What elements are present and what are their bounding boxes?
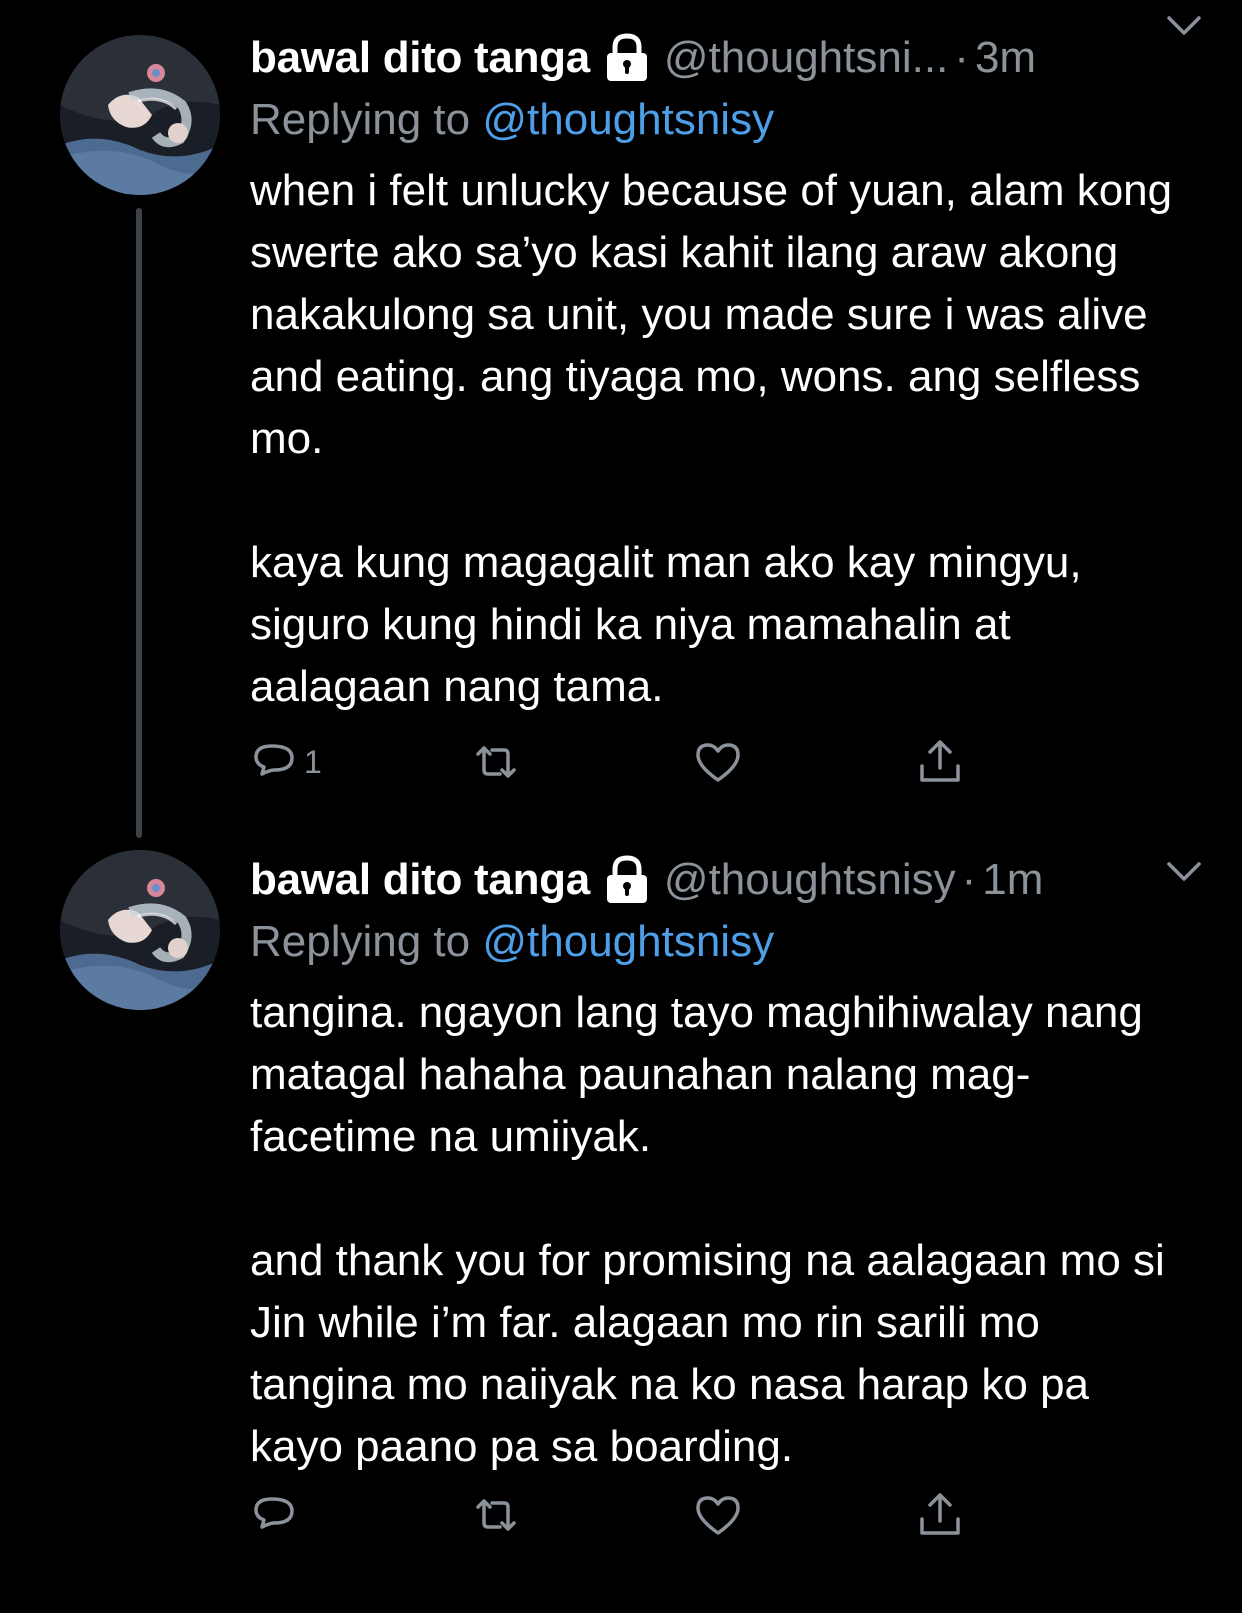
- tweet-paragraph: and thank you for promising na aalagaan …: [250, 1236, 1165, 1471]
- share-icon: [920, 1493, 960, 1535]
- replying-prefix: Replying to: [250, 917, 483, 966]
- separator-dot: ·: [961, 855, 977, 904]
- mention-link[interactable]: @thoughtsnisy: [482, 95, 774, 144]
- display-name[interactable]: bawal dito tanga: [250, 28, 590, 88]
- display-name[interactable]: bawal dito tanga: [250, 850, 590, 910]
- handle[interactable]: @thoughtsnisy: [664, 850, 956, 910]
- tweet-content: bawal dito tanga @thoughtsnisy · 1m Repl…: [250, 850, 1190, 1478]
- chevron-down-icon[interactable]: [1166, 14, 1202, 38]
- tweet-actions: 1: [250, 732, 990, 792]
- heart-icon: [696, 743, 740, 782]
- heart-icon: [696, 1496, 740, 1535]
- mention-link[interactable]: @thoughtsnisy: [482, 917, 774, 966]
- tweet-paragraph: when i felt unlucky because of yuan, ala…: [250, 166, 1173, 463]
- tweet-text: when i felt unlucky because of yuan, ala…: [250, 160, 1190, 718]
- share-button[interactable]: [916, 1485, 976, 1545]
- tweet-header: bawal dito tanga @thoughtsni... · 3m: [250, 28, 1190, 88]
- timestamp[interactable]: 3m: [975, 28, 1036, 88]
- tweet-text: tangina. ngayon lang tayo maghihiwalay n…: [250, 982, 1190, 1478]
- share-icon: [920, 740, 960, 782]
- reply-icon: [254, 744, 294, 776]
- reply-icon: [254, 1497, 294, 1529]
- tweet[interactable]: bawal dito tanga @thoughtsnisy · 1m Repl…: [0, 850, 1242, 1613]
- like-button[interactable]: [694, 732, 916, 792]
- tweet-content: bawal dito tanga @thoughtsni... · 3m Rep…: [250, 28, 1190, 718]
- separator-dot: ·: [954, 33, 969, 82]
- timestamp[interactable]: 1m: [982, 850, 1043, 910]
- reply-button[interactable]: 1: [250, 732, 472, 792]
- handle[interactable]: @thoughtsni...: [664, 28, 948, 88]
- retweet-icon: [476, 746, 516, 778]
- lock-icon: [604, 855, 650, 905]
- share-button[interactable]: [916, 732, 976, 792]
- retweet-button[interactable]: [472, 732, 694, 792]
- tweet-paragraph: kaya kung magagalit man ako kay mingyu, …: [250, 538, 1082, 711]
- thread-line: [136, 208, 142, 838]
- replying-to: Replying to @thoughtsnisy: [250, 910, 1190, 974]
- tweet[interactable]: bawal dito tanga @thoughtsni... · 3m Rep…: [0, 0, 1242, 850]
- lock-icon: [604, 33, 650, 83]
- replying-to: Replying to @thoughtsnisy: [250, 88, 1190, 152]
- tweet-header: bawal dito tanga @thoughtsnisy · 1m: [250, 850, 1190, 910]
- tweet-paragraph: tangina. ngayon lang tayo maghihiwalay n…: [250, 988, 1143, 1161]
- reply-count: 1: [304, 743, 322, 780]
- chevron-down-icon[interactable]: [1166, 860, 1202, 884]
- avatar[interactable]: [60, 850, 220, 1010]
- replying-prefix: Replying to: [250, 95, 483, 144]
- avatar[interactable]: [60, 35, 220, 195]
- tweet-actions: [250, 1485, 990, 1545]
- like-button[interactable]: [694, 1485, 916, 1545]
- retweet-icon: [476, 1499, 516, 1531]
- retweet-button[interactable]: [472, 1485, 694, 1545]
- reply-button[interactable]: [250, 1485, 472, 1545]
